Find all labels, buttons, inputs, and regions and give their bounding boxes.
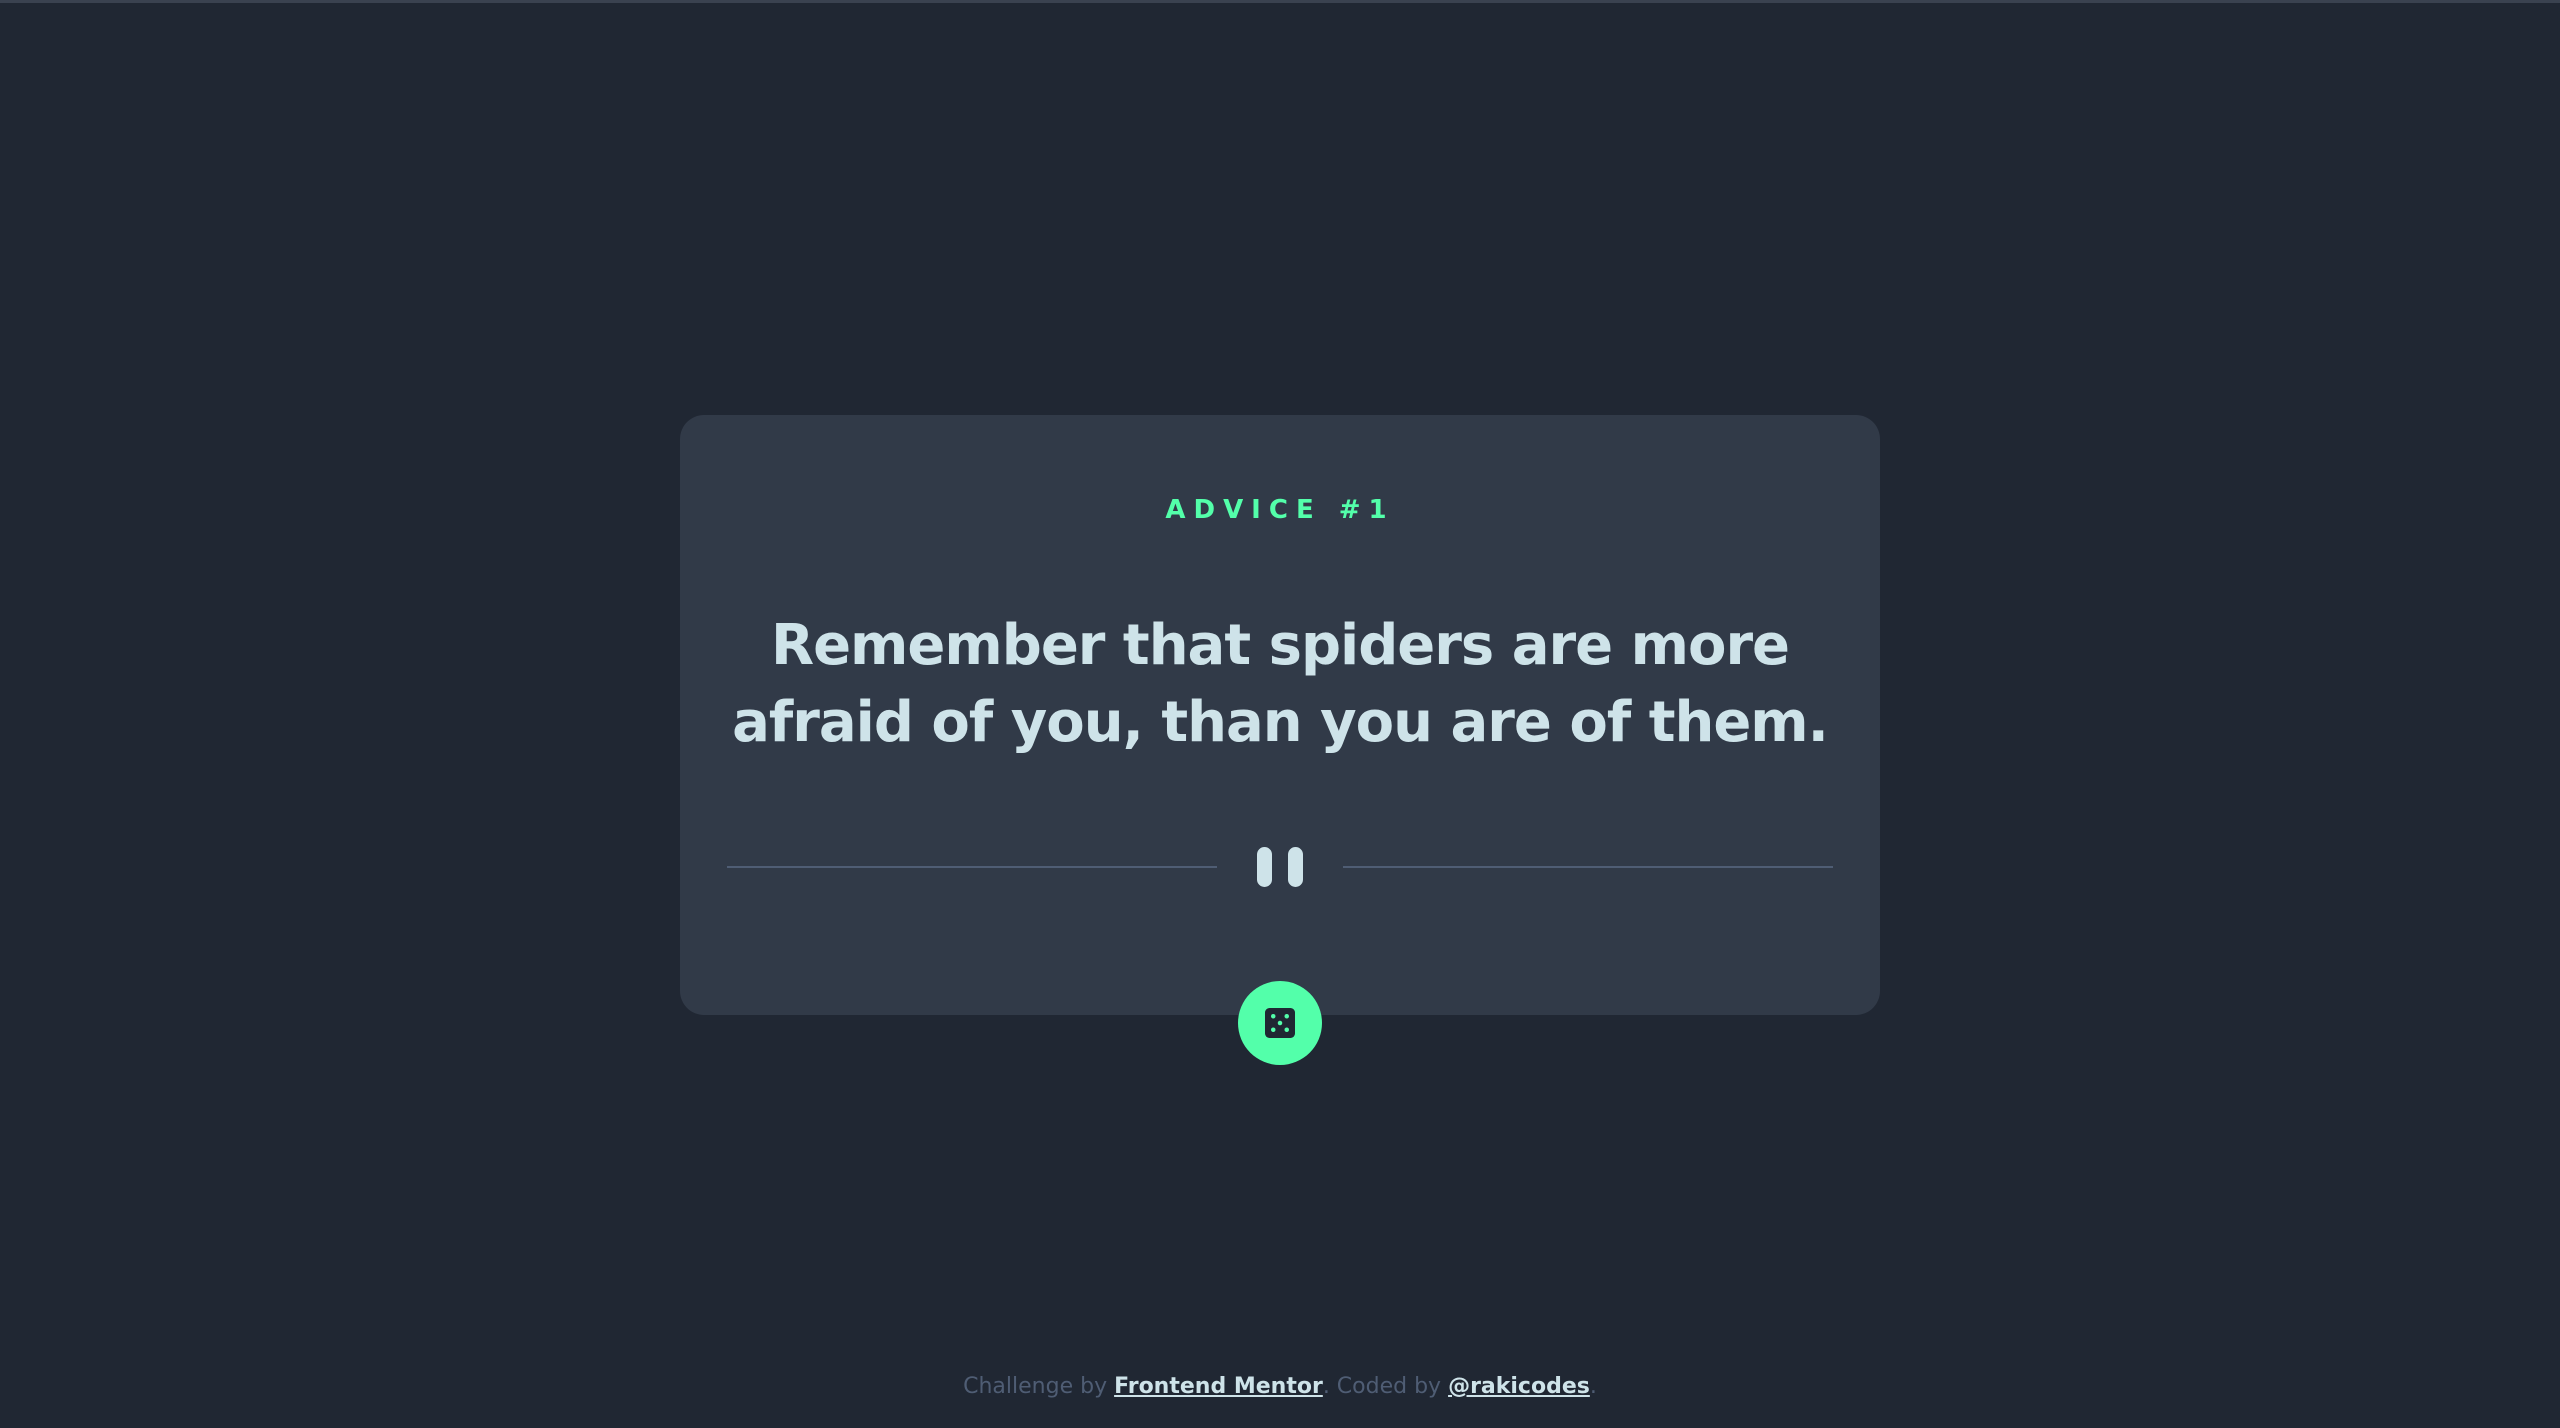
frontend-mentor-link[interactable]: Frontend Mentor <box>1114 1374 1323 1399</box>
footer-suffix: . <box>1589 1374 1597 1399</box>
divider-line-right <box>1343 866 1833 868</box>
window-top-edge <box>0 0 2560 3</box>
pause-icon <box>1257 847 1303 887</box>
advice-quote: Remember that spiders are more afraid of… <box>732 613 1829 755</box>
advice-card: ADVICE #1 Remember that spiders are more… <box>680 415 1880 1015</box>
divider <box>727 847 1833 887</box>
pause-bar-left <box>1257 847 1272 887</box>
author-link[interactable]: @rakicodes <box>1448 1374 1590 1399</box>
attribution-footer: Challenge by Frontend Mentor. Coded by @… <box>0 1374 2560 1399</box>
new-advice-button[interactable] <box>1238 981 1322 1065</box>
coded-prefix: . Coded by <box>1322 1374 1442 1399</box>
dice-icon <box>1265 1008 1295 1038</box>
divider-line-left <box>727 866 1217 868</box>
pause-bar-right <box>1288 847 1303 887</box>
challenge-prefix: Challenge by <box>963 1374 1108 1399</box>
advice-id: ADVICE #1 <box>1165 495 1395 525</box>
